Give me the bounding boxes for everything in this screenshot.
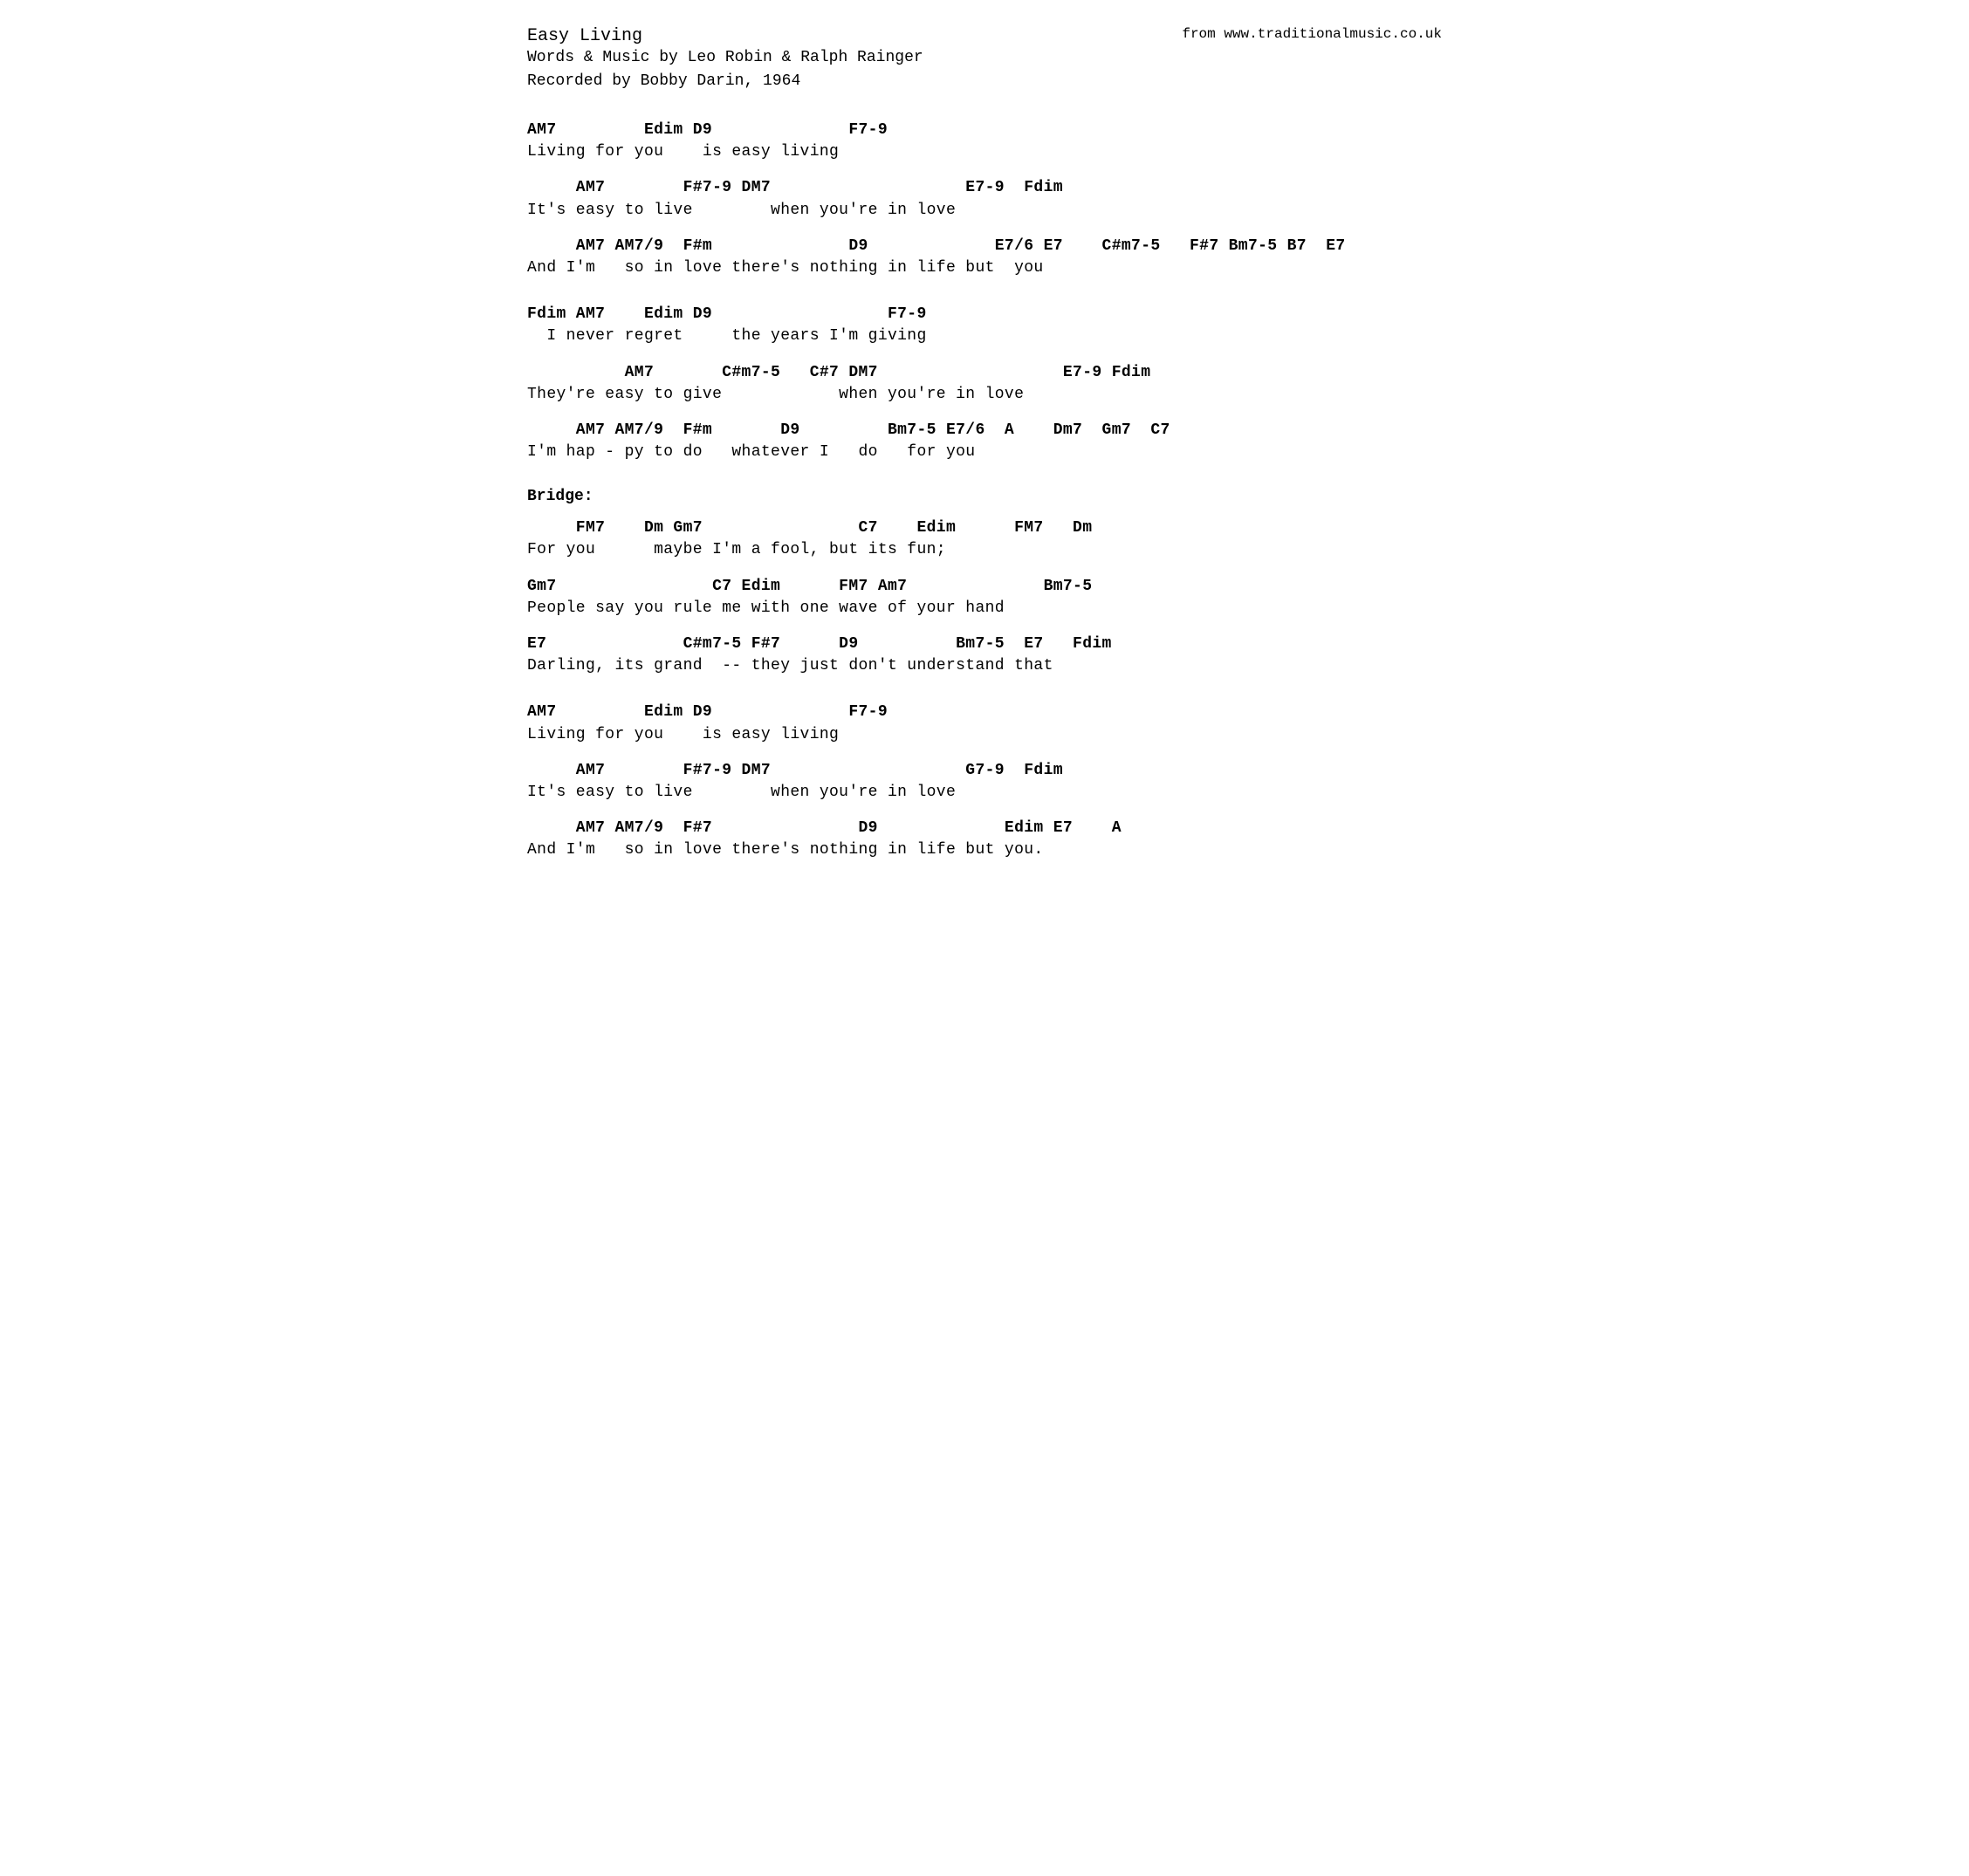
chord-line-v2c: AM7 AM7/9 F#m D9 Bm7-5 E7/6 A Dm7 Gm7 C7 — [527, 420, 1442, 442]
chord-line-v2b: AM7 C#m7-5 C#7 DM7 E7-9 Fdim — [527, 362, 1442, 384]
chord-line-v3a: AM7 Edim D9 F7-9 — [527, 702, 1442, 723]
credits-line1: Words & Music by Leo Robin & Ralph Raing… — [527, 46, 1442, 70]
credits-line2: Recorded by Bobby Darin, 1964 — [527, 70, 1442, 93]
song-title: Easy Living — [527, 26, 642, 46]
chord-line-v3b: AM7 F#7-9 DM7 G7-9 Fdim — [527, 760, 1442, 782]
lyric-line-v2a: I never regret the years I'm giving — [527, 325, 1442, 347]
lyric-line-v2b: They're easy to give when you're in love — [527, 384, 1442, 406]
lyric-line-v1c: And I'm so in love there's nothing in li… — [527, 257, 1442, 279]
verse-2: Fdim AM7 Edim D9 F7-9 I never regret the… — [527, 304, 1442, 463]
verse-1: AM7 Edim D9 F7-9 Living for you is easy … — [527, 120, 1442, 279]
bridge-label: Bridge: — [527, 488, 1442, 505]
lyric-line-b3: Darling, its grand -- they just don't un… — [527, 655, 1442, 677]
source-url: from www.traditionalmusic.co.uk — [1182, 26, 1442, 42]
lyric-line-v3c: And I'm so in love there's nothing in li… — [527, 839, 1442, 861]
lyric-line-v2c: I'm hap - py to do whatever I do for you — [527, 442, 1442, 463]
header: Easy Living from www.traditionalmusic.co… — [527, 26, 1442, 93]
chord-line-v1c: AM7 AM7/9 F#m D9 E7/6 E7 C#m7-5 F#7 Bm7-… — [527, 236, 1442, 257]
lyric-line-v1a: Living for you is easy living — [527, 141, 1442, 163]
chord-line-v2a: Fdim AM7 Edim D9 F7-9 — [527, 304, 1442, 325]
bridge-section: Bridge: FM7 Dm Gm7 C7 Edim FM7 Dm For yo… — [527, 488, 1442, 677]
chord-line-b3: E7 C#m7-5 F#7 D9 Bm7-5 E7 Fdim — [527, 633, 1442, 655]
lyric-line-b2: People say you rule me with one wave of … — [527, 598, 1442, 620]
chord-line-v3c: AM7 AM7/9 F#7 D9 Edim E7 A — [527, 818, 1442, 839]
verse-3: AM7 Edim D9 F7-9 Living for you is easy … — [527, 702, 1442, 861]
chord-line-b2: Gm7 C7 Edim FM7 Am7 Bm7-5 — [527, 576, 1442, 598]
lyric-line-v3a: Living for you is easy living — [527, 724, 1442, 746]
chord-line-b1: FM7 Dm Gm7 C7 Edim FM7 Dm — [527, 517, 1442, 539]
chord-line-v1b: AM7 F#7-9 DM7 E7-9 Fdim — [527, 177, 1442, 199]
lyric-line-v3b: It's easy to live when you're in love — [527, 782, 1442, 804]
chord-line-v1a: AM7 Edim D9 F7-9 — [527, 120, 1442, 141]
lyric-line-b1: For you maybe I'm a fool, but its fun; — [527, 539, 1442, 561]
lyric-line-v1b: It's easy to live when you're in love — [527, 200, 1442, 222]
